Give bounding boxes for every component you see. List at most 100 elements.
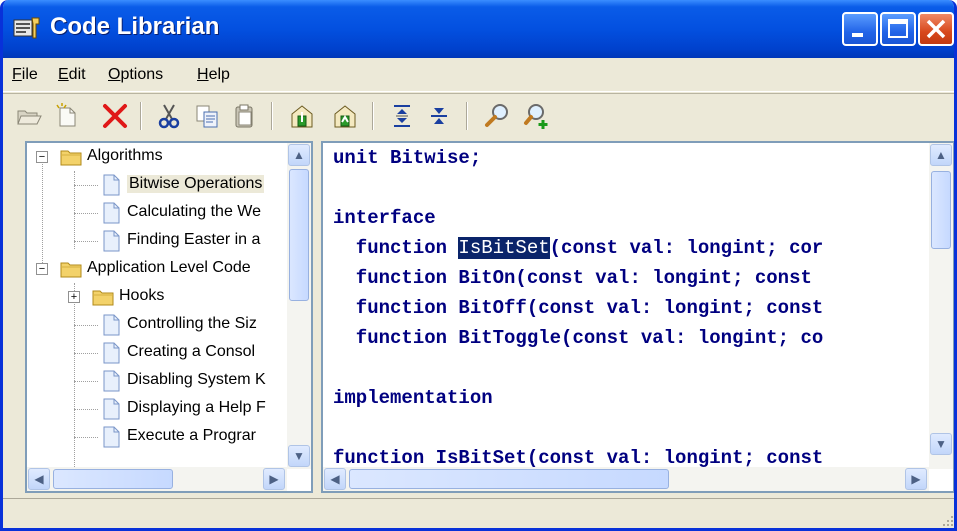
status-bar xyxy=(3,498,954,528)
scroll-thumb[interactable] xyxy=(349,469,669,489)
code-token: unit Bitwise; xyxy=(333,147,482,169)
code-line: function IsBitSet(const val: longint; co… xyxy=(333,237,823,259)
code-line: implementation xyxy=(333,387,493,409)
code-token: function BitOff(const val: longint; cons… xyxy=(333,297,824,319)
scroll-down-button[interactable]: ▼ xyxy=(930,433,952,455)
tree-item[interactable]: Bitwise Operations xyxy=(27,171,287,199)
title-bar[interactable]: Code Librarian xyxy=(3,0,954,58)
menu-bar: File Edit Options Help xyxy=(3,58,954,92)
open-folder-icon[interactable] xyxy=(15,102,43,130)
scroll-right-button[interactable]: ▶ xyxy=(263,468,285,490)
tree-item[interactable]: Finding Easter in a xyxy=(27,227,287,255)
scroll-right-button[interactable]: ▶ xyxy=(905,468,927,490)
tree-vertical-scrollbar[interactable]: ▲ ▼ xyxy=(287,143,311,469)
tree-item[interactable]: Disabling System K xyxy=(27,367,287,395)
find-next-icon[interactable] xyxy=(523,102,551,130)
expand-all-icon[interactable] xyxy=(388,102,416,130)
tree-node-label: Calculating the We xyxy=(127,203,261,220)
scroll-thumb[interactable] xyxy=(53,469,173,489)
folder-icon xyxy=(91,285,115,309)
scroll-thumb[interactable] xyxy=(289,169,309,301)
library-tree[interactable]: − Algorithms Bitwise Operations Calculating… xyxy=(25,141,313,493)
window-title: Code Librarian xyxy=(50,13,220,40)
folder-icon xyxy=(59,257,83,281)
tree-node-label: Displaying a Help F xyxy=(127,399,266,416)
tree-folder-node[interactable]: + Hooks xyxy=(27,283,287,311)
document-icon xyxy=(99,313,123,337)
collapse-icon[interactable]: − xyxy=(36,263,48,275)
scroll-thumb[interactable] xyxy=(931,171,951,249)
new-item-icon[interactable] xyxy=(53,102,81,130)
tree-item[interactable]: Calculating the We xyxy=(27,199,287,227)
close-button[interactable] xyxy=(918,12,954,46)
code-horizontal-scrollbar[interactable]: ◀ ▶ xyxy=(323,467,929,491)
collapse-icon[interactable]: − xyxy=(36,151,48,163)
export-icon[interactable] xyxy=(331,102,359,130)
tree-node-label: Finding Easter in a xyxy=(127,231,261,248)
menu-file[interactable]: File xyxy=(12,66,38,84)
document-icon xyxy=(99,397,123,421)
menu-help[interactable]: Help xyxy=(197,66,230,84)
code-line: unit Bitwise; xyxy=(333,147,481,169)
code-line: function BitToggle(const val: longint; c… xyxy=(333,327,823,349)
tree-folder-node[interactable]: − Algorithms xyxy=(27,143,287,171)
scroll-up-button[interactable]: ▲ xyxy=(288,144,310,166)
scroll-down-button[interactable]: ▼ xyxy=(288,445,310,467)
delete-icon[interactable] xyxy=(101,102,129,130)
selected-text: IsBitSet xyxy=(458,237,550,259)
folder-icon xyxy=(59,145,83,169)
code-token: (const val: longint; cor xyxy=(549,237,824,259)
tree-node-label: Creating a Consol xyxy=(127,343,256,360)
cut-icon[interactable] xyxy=(155,102,183,130)
minimize-icon xyxy=(852,33,863,37)
scroll-left-button[interactable]: ◀ xyxy=(28,468,50,490)
code-line: function BitOff(const val: longint; cons… xyxy=(333,297,823,319)
paste-icon[interactable] xyxy=(231,102,259,130)
code-editor[interactable]: unit Bitwise; interface function IsBitSet… xyxy=(321,141,954,493)
maximize-button[interactable] xyxy=(880,12,916,46)
minimize-button[interactable] xyxy=(842,12,878,46)
code-token: implementation xyxy=(333,387,493,409)
tree-horizontal-scrollbar[interactable]: ◀ ▶ xyxy=(27,467,287,491)
scroll-left-button[interactable]: ◀ xyxy=(324,468,346,490)
code-line: function BitOn(const val: longint; const xyxy=(333,267,812,289)
tree-node-label: Disabling System K xyxy=(127,371,266,388)
code-token: function BitOn(const val: longint; const xyxy=(333,267,812,289)
collapse-all-icon[interactable] xyxy=(425,102,453,130)
tree-node-label: Execute a Prograr xyxy=(127,427,256,444)
tree-node-label: Application Level Code xyxy=(87,259,251,276)
tree-item[interactable]: Creating a Consol xyxy=(27,339,287,367)
maximize-icon xyxy=(888,19,908,38)
tree-folder-node[interactable]: − Application Level Code xyxy=(27,255,287,283)
code-vertical-scrollbar[interactable]: ▲ ▼ xyxy=(929,143,953,469)
find-icon[interactable] xyxy=(483,102,511,130)
scroll-up-button[interactable]: ▲ xyxy=(930,144,952,166)
toolbar xyxy=(3,93,954,139)
tree-item[interactable]: Controlling the Siz xyxy=(27,311,287,339)
code-line: function IsBitSet(const val: longint; co… xyxy=(333,447,823,469)
document-icon xyxy=(99,173,123,197)
tree-item[interactable]: Execute a Prograr xyxy=(27,423,287,451)
copy-icon[interactable] xyxy=(193,102,221,130)
tree-item[interactable]: Displaying a Help F xyxy=(27,395,287,423)
code-line: interface xyxy=(333,207,436,229)
tree-node-label: Algorithms xyxy=(87,147,163,164)
code-token: function BitToggle(const val: longint; c… xyxy=(333,327,824,349)
tree-node-label: Hooks xyxy=(119,287,165,304)
import-icon[interactable] xyxy=(288,102,316,130)
resize-grip-icon[interactable] xyxy=(940,513,954,527)
toolbar-separator xyxy=(466,102,468,130)
menu-edit[interactable]: Edit xyxy=(58,66,86,84)
tree-node-label: Bitwise Operations xyxy=(127,175,265,193)
menu-options[interactable]: Options xyxy=(108,66,163,84)
document-icon xyxy=(99,425,123,449)
code-token: interface xyxy=(333,207,436,229)
code-token: function IsBitSet(const val: longint; co… xyxy=(333,447,824,469)
app-icon xyxy=(13,17,40,39)
tree-node-label: Controlling the Siz xyxy=(127,315,257,332)
expand-icon[interactable]: + xyxy=(68,291,80,303)
close-icon xyxy=(926,19,946,39)
document-icon xyxy=(99,341,123,365)
toolbar-separator xyxy=(372,102,374,130)
toolbar-separator xyxy=(271,102,273,130)
